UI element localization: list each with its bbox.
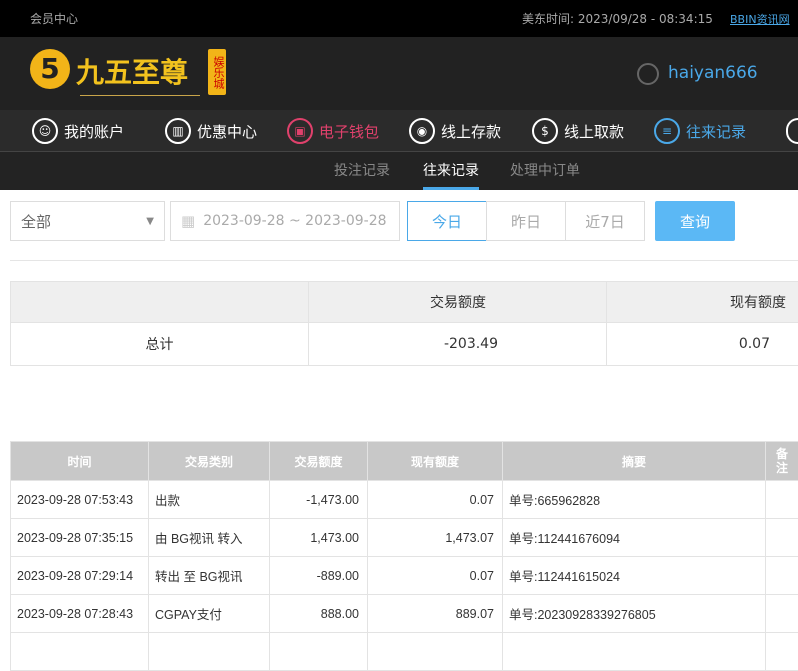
table-cell: 0.07 <box>368 557 503 595</box>
records-icon: ≡ <box>654 118 680 144</box>
table-cell: 单号:112441676094 <box>503 519 766 557</box>
withdraw-icon: $ <box>532 118 558 144</box>
table-cell: 单号:20230928339276805 <box>503 595 766 633</box>
last-7-days-button[interactable]: 近7日 <box>565 201 645 241</box>
header: 5 九五至尊 娱乐城 haiyan666 <box>0 37 798 110</box>
user-avatar-icon <box>637 63 659 85</box>
logo-icon: 5 <box>30 49 70 89</box>
table-cell: 2023-09-28 07:28:43 <box>11 595 149 633</box>
logo-ornament <box>80 95 200 96</box>
table-cell: 2023-09-28 07:35:15 <box>11 519 149 557</box>
col-time: 时间 <box>11 442 149 481</box>
table-cell: 0.07 <box>368 481 503 519</box>
table-cell <box>766 481 798 519</box>
summary-balance: 0.07 <box>607 323 798 366</box>
server-time: 美东时间: 2023/09/28 - 08:34:15 <box>522 10 713 27</box>
summary-header: 交易额度 <box>309 282 607 323</box>
calendar-icon: ▦ <box>181 212 195 230</box>
nav-label: 线上取款 <box>564 121 624 142</box>
table-cell: -1,473.00 <box>270 481 368 519</box>
nav-e-wallet[interactable]: ▣ 电子钱包 <box>287 110 379 152</box>
table-row <box>11 633 798 671</box>
nav-label: 往来记录 <box>686 121 746 142</box>
table-cell: 由 BG视讯 转入 <box>149 519 270 557</box>
nav-records[interactable]: ≡ 往来记录 <box>654 110 746 152</box>
chevron-down-icon: ▼ <box>146 216 154 227</box>
table-cell: -889.00 <box>270 557 368 595</box>
date-range-input[interactable]: ▦ 2023-09-28 ~ 2023-09-28 <box>170 201 400 241</box>
gift-icon: ▥ <box>165 118 191 144</box>
summary-total-label: 总计 <box>11 323 309 366</box>
user-icon: ☺ <box>32 118 58 144</box>
bell-icon <box>786 118 798 144</box>
table-cell: 单号:112441615024 <box>503 557 766 595</box>
table-row: 2023-09-28 07:53:43出款-1,473.000.07单号:665… <box>11 481 798 519</box>
type-select-value: 全部 <box>21 211 51 232</box>
date-range-value: 2023-09-28 ~ 2023-09-28 <box>203 213 386 229</box>
col-type: 交易类别 <box>149 442 270 481</box>
nav-withdraw[interactable]: $ 线上取款 <box>532 110 624 152</box>
tab-pending-orders[interactable]: 处理中订单 <box>510 152 580 190</box>
top-bar: 会员中心 美东时间: 2023/09/28 - 08:34:15 BBIN资讯网 <box>0 0 798 37</box>
bbin-news-link[interactable]: BBIN资讯网 <box>730 11 790 27</box>
table-cell: 转出 至 BG视讯 <box>149 557 270 595</box>
nav-deposit[interactable]: ◉ 线上存款 <box>409 110 501 152</box>
table-cell: 单号:665962828 <box>503 481 766 519</box>
wallet-icon: ▣ <box>287 118 313 144</box>
sub-tabs: 投注记录 往来记录 处理中订单 <box>0 152 798 190</box>
table-cell: 888.00 <box>270 595 368 633</box>
col-remark: 备注 <box>766 442 798 481</box>
tab-transaction-records[interactable]: 往来记录 <box>423 152 479 190</box>
nav-label: 电子钱包 <box>319 121 379 142</box>
col-amount: 交易额度 <box>270 442 368 481</box>
table-row: 2023-09-28 07:28:43CGPAY支付888.00889.07单号… <box>11 595 798 633</box>
nav-label: 线上存款 <box>441 121 501 142</box>
table-cell <box>766 557 798 595</box>
member-center-label: 会员中心 <box>30 10 78 27</box>
transactions-table: 时间 交易类别 交易额度 现有额度 摘要 备注 2023-09-28 07:53… <box>10 441 798 671</box>
nav-my-account[interactable]: ☺ 我的账户 <box>32 110 124 152</box>
table-row: 2023-09-28 07:35:15由 BG视讯 转入1,473.001,47… <box>11 519 798 557</box>
username[interactable]: haiyan666 <box>668 63 758 83</box>
type-select[interactable]: 全部 ▼ <box>10 201 165 241</box>
logo-text: 九五至尊 <box>76 51 188 91</box>
deposit-icon: ◉ <box>409 118 435 144</box>
table-cell: 出款 <box>149 481 270 519</box>
nav-promotions[interactable]: ▥ 优惠中心 <box>165 110 257 152</box>
summary-amount: -203.49 <box>309 323 607 366</box>
col-balance: 现有额度 <box>368 442 503 481</box>
nav-more[interactable] <box>786 110 798 152</box>
tab-bet-records[interactable]: 投注记录 <box>334 152 390 190</box>
query-button[interactable]: 查询 <box>655 201 735 241</box>
nav-label: 优惠中心 <box>197 121 257 142</box>
summary-header: 现有额度 <box>607 282 798 323</box>
yesterday-button[interactable]: 昨日 <box>486 201 566 241</box>
table-cell: CGPAY支付 <box>149 595 270 633</box>
table-cell: 889.07 <box>368 595 503 633</box>
summary-header <box>11 282 309 323</box>
table-cell <box>766 595 798 633</box>
logo-badge: 娱乐城 <box>208 49 226 95</box>
table-cell <box>766 519 798 557</box>
table-row: 2023-09-28 07:29:14转出 至 BG视讯-889.000.07单… <box>11 557 798 595</box>
table-cell: 2023-09-28 07:53:43 <box>11 481 149 519</box>
summary-table: 交易额度现有额度 总计-203.490.07 <box>10 281 798 366</box>
nav-label: 我的账户 <box>64 121 124 142</box>
divider <box>10 260 798 261</box>
main-nav: ☺ 我的账户 ▥ 优惠中心 ▣ 电子钱包 ◉ 线上存款 $ 线上取款 ≡ 往来记录 <box>0 110 798 152</box>
table-cell: 2023-09-28 07:29:14 <box>11 557 149 595</box>
today-button[interactable]: 今日 <box>407 201 487 241</box>
col-summary: 摘要 <box>503 442 766 481</box>
table-cell: 1,473.07 <box>368 519 503 557</box>
table-cell: 1,473.00 <box>270 519 368 557</box>
